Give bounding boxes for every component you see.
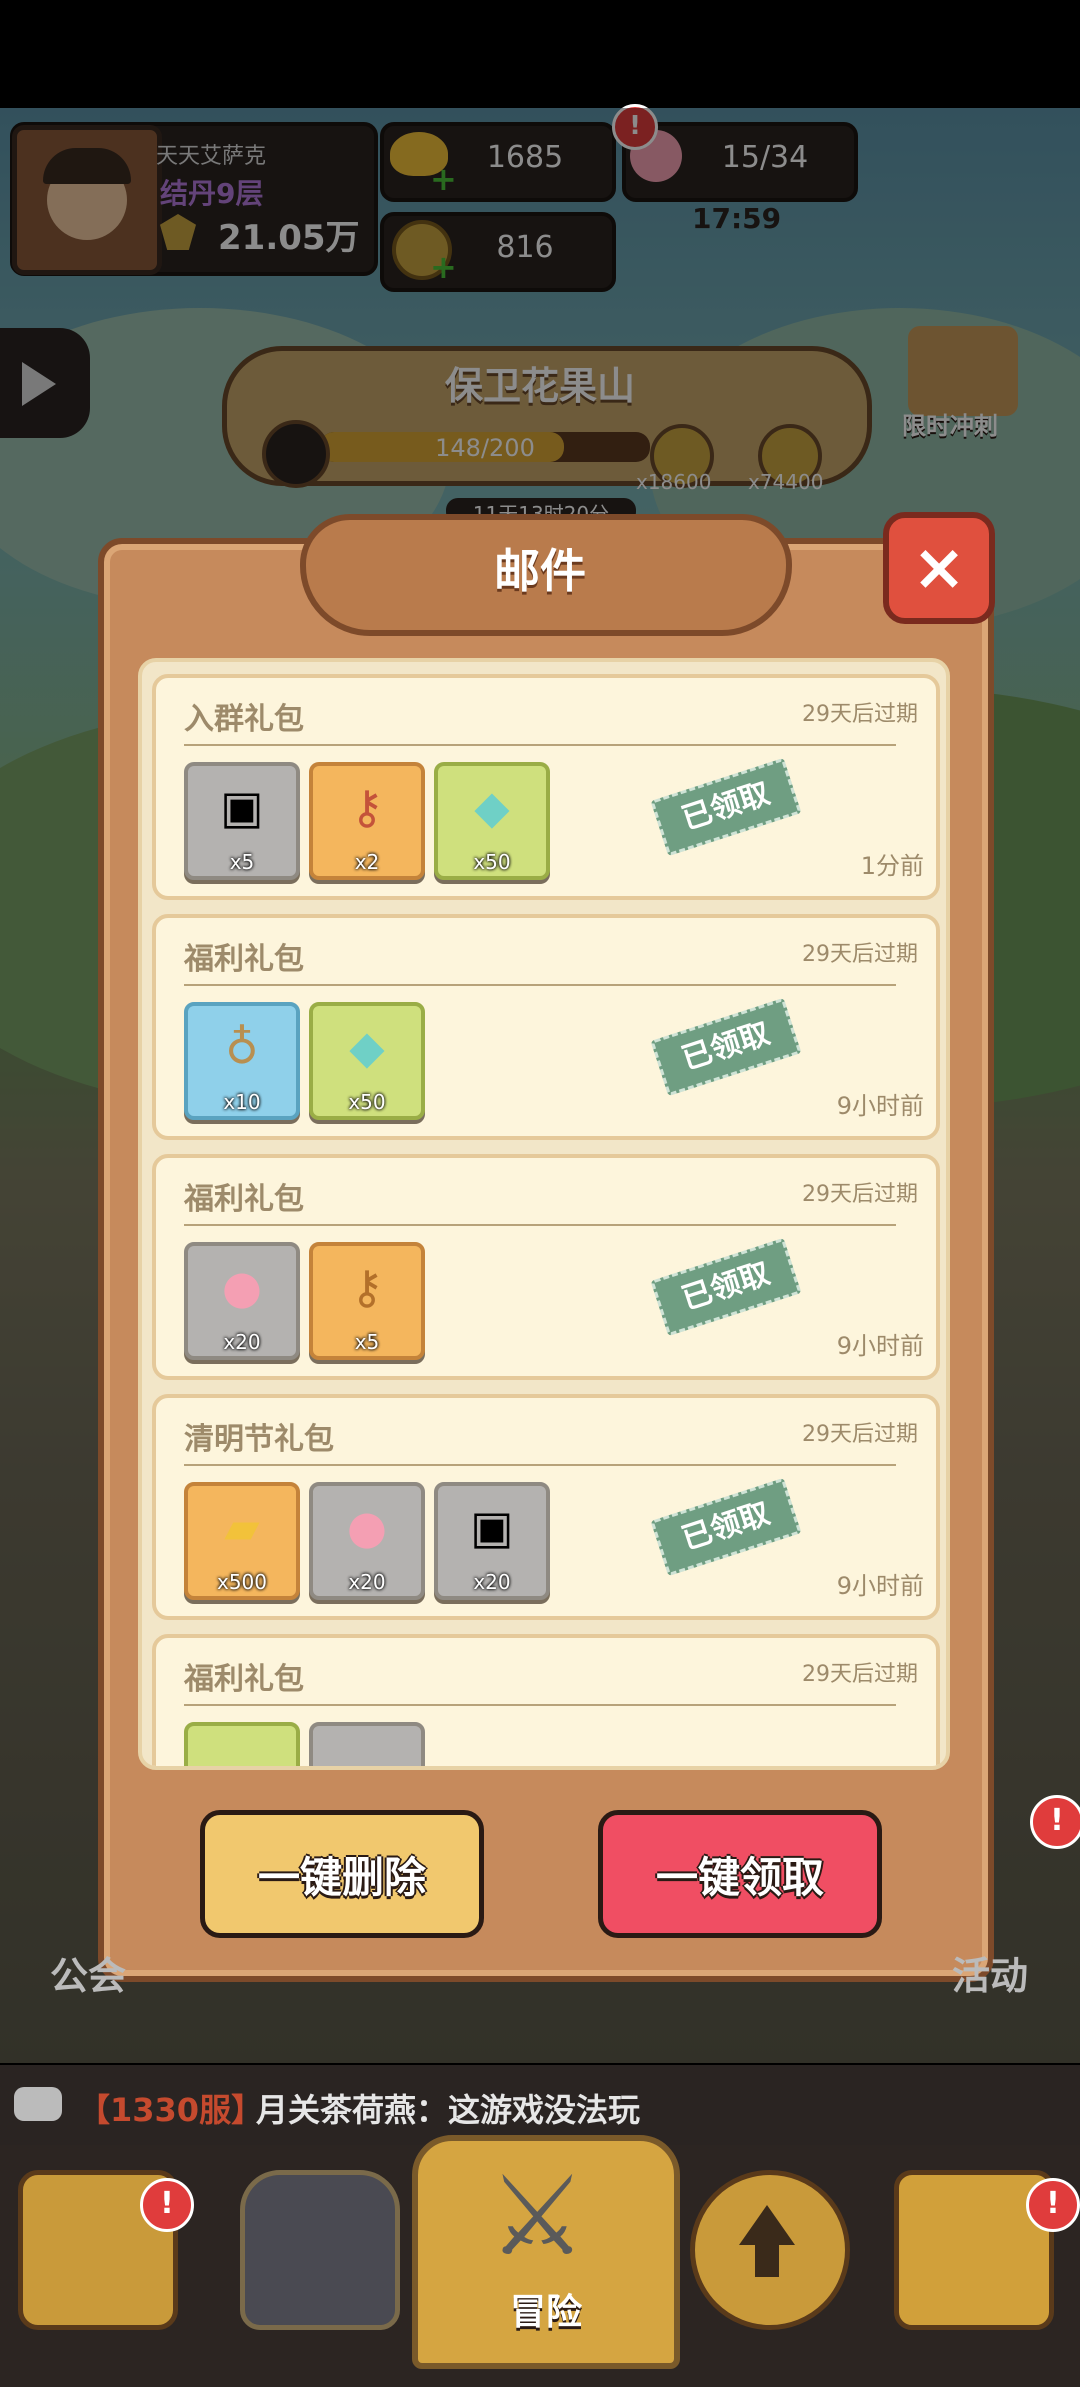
item-quantity: x2	[354, 850, 380, 874]
peach-icon: ●	[221, 1260, 263, 1314]
reward-item[interactable]: ⚷ x5	[309, 1242, 425, 1360]
mail-time: 9小时前	[836, 1332, 924, 1360]
mail-title: 福利礼包	[184, 1182, 304, 1217]
gold-ingot-icon: ▰	[224, 1500, 260, 1554]
claimed-stamp: 已领取	[650, 1237, 802, 1337]
claimed-stamp: 已领取	[650, 997, 802, 1097]
item-quantity: x50	[348, 1090, 386, 1114]
divider	[184, 1464, 896, 1466]
mail-item[interactable]: 福利礼包 29天后过期	[152, 1634, 940, 1766]
reward-item[interactable]: ▰ x500	[184, 1482, 300, 1600]
item-quantity: x500	[216, 1570, 267, 1594]
mail-expire: 29天后过期	[802, 1662, 918, 1687]
item-quantity: x50	[473, 850, 511, 874]
mail-time: 9小时前	[836, 1092, 924, 1120]
item-quantity: x5	[354, 1330, 380, 1354]
chat-icon	[14, 2087, 62, 2121]
reward-item[interactable]: ◆ x50	[309, 1002, 425, 1120]
activity-label[interactable]: 活动	[952, 1945, 1028, 2000]
reward-item[interactable]: ▣ x20	[434, 1482, 550, 1600]
gourd-icon: ♁	[225, 1020, 259, 1074]
chest-alert-badge: !	[1026, 2178, 1080, 2232]
reward-item[interactable]: ▣ x5	[184, 762, 300, 880]
mail-item[interactable]: 入群礼包 29天后过期 ▣ x5 ⚷ x2 ◆ x50 已领取 1分前	[152, 674, 940, 900]
reward-item[interactable]: ◆ x50	[434, 762, 550, 880]
divider	[184, 744, 896, 746]
dialog-title: 邮件	[494, 544, 586, 598]
mail-expire: 29天后过期	[802, 1422, 918, 1447]
chat-bar[interactable]: 【1330服】 月关茶荷燕：这游戏没法玩	[0, 2065, 1080, 2145]
mail-item[interactable]: 福利礼包 29天后过期 ● x20 ⚷ x5 已领取 9小时前	[152, 1154, 940, 1380]
divider	[184, 1704, 896, 1706]
item-quantity: x20	[473, 1570, 511, 1594]
mail-item[interactable]: 福利礼包 29天后过期 ♁ x10 ◆ x50 已领取 9小时前	[152, 914, 940, 1140]
divider	[184, 984, 896, 986]
mail-expire: 29天后过期	[802, 1182, 918, 1207]
chest-icon: ▣	[220, 780, 264, 834]
upgrade-arrow-icon[interactable]	[690, 2170, 850, 2330]
peach-icon: ●	[346, 1500, 388, 1554]
guild-label[interactable]: 公会	[50, 1945, 126, 2000]
reward-item[interactable]	[184, 1722, 300, 1766]
close-icon: ×	[912, 531, 966, 605]
mail-title: 福利礼包	[184, 942, 304, 977]
mail-item[interactable]: 清明节礼包 29天后过期 ▰ x500 ● x20 ▣ x20 已领取 9小时前	[152, 1394, 940, 1620]
item-quantity: x20	[223, 1330, 261, 1354]
divider	[184, 1224, 896, 1226]
chat-message: 月关茶荷燕：这游戏没法玩	[256, 2091, 641, 2129]
reward-item[interactable]: ♁ x10	[184, 1002, 300, 1120]
claim-all-button[interactable]: 一键领取	[598, 1810, 882, 1938]
adventure-tab[interactable]: ⚔ 冒险	[412, 2135, 680, 2369]
mail-expire: 29天后过期	[802, 942, 918, 967]
shop-alert-badge: !	[140, 2178, 194, 2232]
chest-icon: ▣	[470, 1500, 514, 1554]
mail-time: 9小时前	[836, 1572, 924, 1600]
mail-title: 清明节礼包	[184, 1422, 334, 1457]
item-quantity: x5	[229, 850, 255, 874]
crystal-icon: ◆	[349, 1020, 385, 1074]
activity-alert-badge: !	[1030, 1795, 1080, 1849]
item-quantity: x20	[348, 1570, 386, 1594]
claimed-stamp: 已领取	[650, 757, 802, 857]
reward-item[interactable]: ● x20	[184, 1242, 300, 1360]
mail-title: 入群礼包	[184, 702, 304, 737]
reward-item[interactable]	[309, 1722, 425, 1766]
mail-title: 福利礼包	[184, 1662, 304, 1697]
key-icon: ⚷	[350, 1260, 384, 1314]
reward-item[interactable]: ⚷ x2	[309, 762, 425, 880]
reward-item[interactable]: ● x20	[309, 1482, 425, 1600]
delete-all-button[interactable]: 一键删除	[200, 1810, 484, 1938]
mail-time: 1分前	[860, 852, 924, 880]
crystal-icon: ◆	[474, 780, 510, 834]
item-quantity: x10	[223, 1090, 261, 1114]
crossed-swords-icon: ⚔	[488, 2152, 587, 2280]
mail-expire: 29天后过期	[802, 702, 918, 727]
claimed-stamp: 已领取	[650, 1477, 802, 1577]
armor-icon[interactable]	[240, 2170, 400, 2330]
close-button[interactable]: ×	[883, 512, 995, 624]
mail-list[interactable]: 入群礼包 29天后过期 ▣ x5 ⚷ x2 ◆ x50 已领取 1分前 福利礼包…	[138, 658, 950, 1770]
adventure-label: 冒险	[509, 2292, 582, 2333]
key-icon: ⚷	[350, 780, 384, 834]
chat-server: 【1330服】	[78, 2091, 264, 2129]
